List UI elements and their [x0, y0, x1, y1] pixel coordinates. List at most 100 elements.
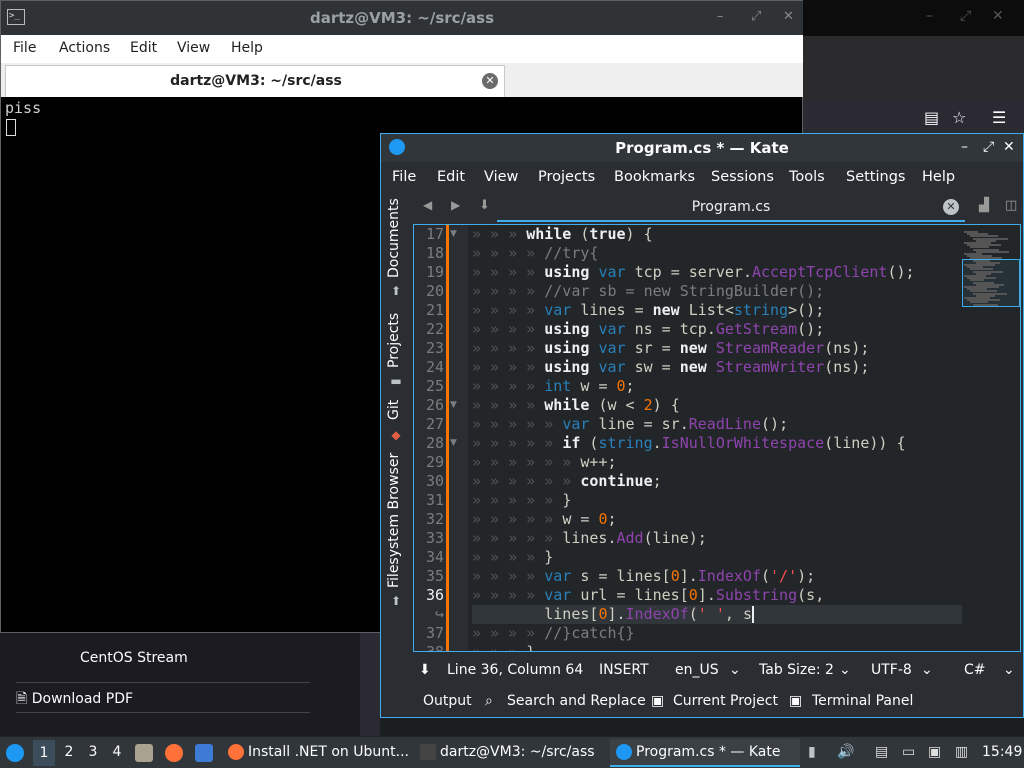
menu-settings[interactable]: Settings: [846, 169, 905, 185]
code-line[interactable]: » » » » //try{: [472, 244, 598, 263]
code-line[interactable]: » » » » while (w < 2) {: [472, 396, 680, 415]
code-line[interactable]: » » » » » » continue;: [472, 472, 662, 491]
reader-view-icon[interactable]: ▤: [924, 108, 939, 127]
cursor-position[interactable]: Line 36, Column 64: [447, 662, 583, 678]
code-line[interactable]: » » » » » }: [472, 491, 571, 510]
code-line[interactable]: » » » }: [472, 643, 535, 651]
line-number[interactable]: 37: [414, 624, 444, 642]
code-line[interactable]: » » » » var s = lines[0].IndexOf('/');: [472, 567, 815, 586]
code-line[interactable]: » » » » » if (string.IsNullOrWhitespace(…: [472, 434, 906, 453]
code-line[interactable]: » » » » » lines.Add(line);: [472, 529, 707, 548]
code-line[interactable]: » » » while (true) {: [472, 225, 653, 244]
download-pdf-link[interactable]: 🗎 Download PDF: [16, 688, 133, 712]
line-number[interactable]: 17: [414, 225, 444, 243]
line-number[interactable]: 36: [414, 586, 444, 604]
hamburger-menu-icon[interactable]: ☰: [992, 108, 1006, 127]
line-number[interactable]: 24: [414, 358, 444, 376]
tab-scroll-right-icon[interactable]: ▶: [451, 198, 460, 212]
split-view-icon[interactable]: ◫: [1005, 198, 1017, 213]
clock[interactable]: 15:49: [982, 744, 1022, 760]
workspace-2[interactable]: 2: [58, 744, 80, 760]
line-number[interactable]: 38: [414, 643, 444, 651]
line-number[interactable]: 31: [414, 491, 444, 509]
code-line[interactable]: » » » » //}catch{}: [472, 624, 635, 643]
file-manager-icon[interactable]: [135, 744, 153, 762]
line-number[interactable]: 34: [414, 548, 444, 566]
line-number[interactable]: 29: [414, 453, 444, 471]
menu-help[interactable]: Help: [231, 40, 263, 56]
line-number[interactable]: ↪: [414, 605, 444, 623]
dictionary-select[interactable]: en_US: [675, 662, 719, 678]
close-icon[interactable]: ✕: [1003, 139, 1015, 155]
side-tab-git[interactable]: Git: [386, 400, 402, 420]
task-kate[interactable]: Program.cs * — Kate: [610, 739, 800, 767]
code-line[interactable]: » » » » using var ns = tcp.GetStream();: [472, 320, 824, 339]
line-number[interactable]: 25: [414, 377, 444, 395]
minimize-icon[interactable]: –: [961, 139, 968, 155]
code-editor[interactable]: 17 ▼ 18 19 20 21 22 23 24 25 26 ▼ 27 28 ▼ 29 30 31 32 33 34 3…: [413, 224, 1021, 652]
bookmark-star-icon[interactable]: ☆: [952, 108, 966, 127]
close-tab-icon[interactable]: ✕: [943, 199, 959, 215]
app-launcher-icon[interactable]: [6, 744, 24, 762]
side-tab-filesystem-browser[interactable]: Filesystem Browser: [386, 453, 402, 588]
menu-actions[interactable]: Actions: [59, 40, 110, 56]
close-icon[interactable]: ✕: [783, 9, 794, 24]
document-tab[interactable]: ⬇ Program.cs ✕: [479, 194, 965, 222]
terminal-tab[interactable]: dartz@VM3: ~/src/ass ✕: [5, 65, 505, 97]
search-replace-panel-button[interactable]: Search and Replace: [507, 693, 646, 709]
code-line[interactable]: » » » » int w = 0;: [472, 377, 635, 396]
fold-marker-icon[interactable]: ▼: [450, 229, 457, 239]
code-line[interactable]: » » » » var url = lines[0].Substring(s,: [472, 586, 824, 605]
line-number[interactable]: 19: [414, 263, 444, 281]
menu-tools[interactable]: Tools: [789, 169, 825, 185]
line-number[interactable]: 35: [414, 567, 444, 585]
fold-marker-icon[interactable]: ▼: [450, 438, 457, 448]
power-icon[interactable]: ▥: [955, 744, 968, 760]
input-mode[interactable]: INSERT: [599, 662, 649, 678]
network-icon[interactable]: ▭: [902, 744, 915, 760]
menu-file[interactable]: File: [392, 169, 416, 185]
notes-icon[interactable]: ▤: [875, 744, 888, 760]
maximize-icon[interactable]: ⤢: [751, 9, 761, 24]
minimize-icon[interactable]: –: [717, 9, 724, 24]
line-number[interactable]: 20: [414, 282, 444, 300]
menu-edit[interactable]: Edit: [130, 40, 157, 56]
menu-view[interactable]: View: [177, 40, 210, 56]
line-number[interactable]: 28: [414, 434, 444, 452]
code-line[interactable]: » » » » }: [472, 548, 553, 567]
syntax-select[interactable]: C#: [964, 662, 986, 678]
code-line[interactable]: » » » » using var sw = new StreamWriter(…: [472, 358, 869, 377]
menu-projects[interactable]: Projects: [538, 169, 595, 185]
maximize-icon[interactable]: ⤢: [960, 8, 971, 24]
code-line[interactable]: » » » » » » w++;: [472, 453, 617, 472]
menu-help[interactable]: Help: [922, 169, 955, 185]
firefox-icon[interactable]: [165, 744, 183, 762]
maximize-icon[interactable]: ⤢: [983, 139, 994, 155]
volume-icon[interactable]: 🔊: [837, 744, 854, 760]
code-line[interactable]: » » » » //var sb = new StringBuilder();: [472, 282, 824, 301]
code-line[interactable]: » » » » » var line = sr.ReadLine();: [472, 415, 788, 434]
encoding-select[interactable]: UTF-8: [871, 662, 912, 678]
pin-icon[interactable]: ▟: [979, 198, 989, 213]
download-icon[interactable]: ⬇: [419, 662, 431, 678]
task-terminal[interactable]: dartz@VM3: ~/src/ass: [414, 739, 604, 767]
line-number[interactable]: 18: [414, 244, 444, 262]
task-firefox[interactable]: Install .NET on Ubunt...: [222, 739, 412, 767]
code-line[interactable]: lines[0].IndexOf(' ', s: [472, 605, 962, 624]
menu-view[interactable]: View: [484, 169, 518, 185]
minimap[interactable]: [962, 231, 1020, 311]
side-tab-projects[interactable]: Projects: [386, 313, 402, 368]
code-line[interactable]: » » » » using var tcp = server.AcceptTcp…: [472, 263, 915, 282]
menu-file[interactable]: File: [13, 40, 36, 56]
line-number[interactable]: 26: [414, 396, 444, 414]
fold-marker-icon[interactable]: ▼: [450, 400, 457, 410]
code-line[interactable]: » » » » » w = 0;: [472, 510, 617, 529]
line-number[interactable]: 22: [414, 320, 444, 338]
current-project-panel-button[interactable]: Current Project: [673, 693, 778, 709]
code-line[interactable]: » » » » var lines = new List<string>();: [472, 301, 824, 320]
menu-bookmarks[interactable]: Bookmarks: [614, 169, 695, 185]
notification-icon[interactable]: ▣: [928, 744, 941, 760]
minimize-icon[interactable]: –: [926, 8, 933, 24]
close-icon[interactable]: ✕: [992, 8, 1004, 24]
workspace-3[interactable]: 3: [82, 744, 104, 760]
